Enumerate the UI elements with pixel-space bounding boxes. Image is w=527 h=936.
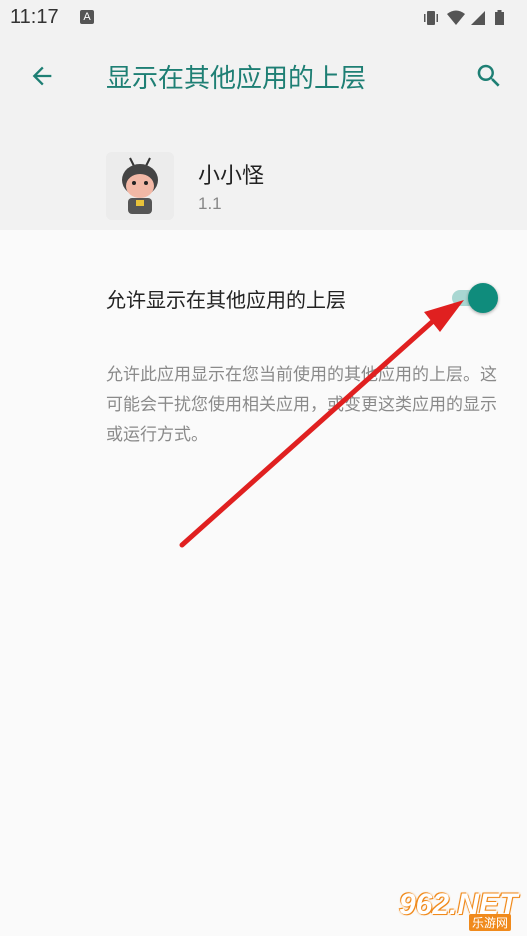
signal-icon bbox=[471, 11, 485, 25]
app-name: 小小怪 bbox=[198, 164, 265, 189]
arrow-back-icon bbox=[32, 66, 52, 86]
status-bar: 11:17 A bbox=[0, 0, 527, 36]
page-title: 显示在其他应用的上层 bbox=[106, 64, 367, 94]
toggle-thumb bbox=[468, 283, 498, 313]
battery-icon bbox=[495, 10, 504, 25]
watermark-subtext: 乐游网 bbox=[469, 914, 512, 931]
app-version: 1.1 bbox=[198, 194, 222, 213]
back-button[interactable] bbox=[24, 58, 60, 94]
app-bar: 显示在其他应用的上层 bbox=[0, 36, 527, 116]
search-icon bbox=[477, 64, 500, 87]
overlay-permission-row[interactable]: 允许显示在其他应用的上层 bbox=[0, 266, 527, 326]
wifi-icon bbox=[447, 10, 465, 25]
watermark-logo: 962.NET 乐游网 bbox=[399, 888, 521, 932]
status-icons bbox=[423, 9, 513, 27]
status-time: 11:17 bbox=[10, 6, 59, 28]
setting-description: 允许此应用显示在您当前使用的其他应用的上层。这可能会干扰您使用相关应用，或变更这… bbox=[106, 365, 497, 445]
setting-label: 允许显示在其他应用的上层 bbox=[106, 288, 346, 312]
app-icon bbox=[106, 152, 174, 220]
overlay-toggle-switch[interactable] bbox=[450, 283, 498, 313]
search-button[interactable] bbox=[471, 58, 507, 94]
settings-content: 允许显示在其他应用的上层 允许此应用显示在您当前使用的其他应用的上层。这可能会干… bbox=[0, 230, 527, 936]
vibrate-icon bbox=[424, 11, 438, 25]
app-header: 小小怪 1.1 bbox=[0, 116, 527, 230]
notification-a-icon: A bbox=[80, 10, 94, 24]
